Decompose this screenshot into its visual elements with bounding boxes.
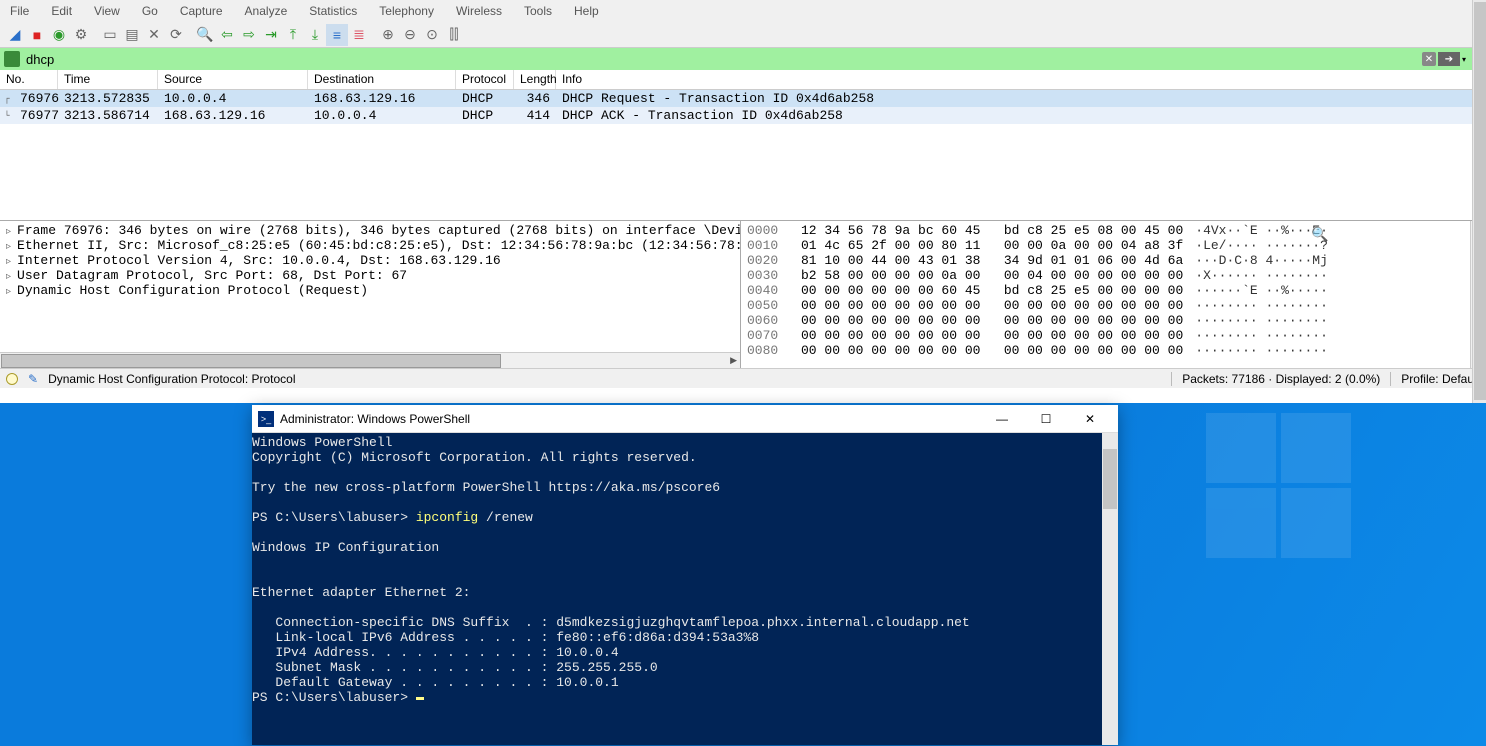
open-file-icon[interactable]: ▭ — [99, 24, 121, 46]
menu-help[interactable]: Help — [564, 2, 609, 20]
detail-line[interactable]: Frame 76976: 346 bytes on wire (2768 bit… — [2, 223, 738, 238]
packet-list[interactable]: ┌769763213.57283510.0.0.4168.63.129.16DH… — [0, 90, 1486, 220]
status-packets-text: Packets: 77186 · Displayed: 2 (0.0%) — [1182, 372, 1380, 386]
packet-row[interactable]: ┌769763213.57283510.0.0.4168.63.129.16DH… — [0, 90, 1486, 107]
restart-capture-icon[interactable]: ◉ — [48, 24, 70, 46]
display-filter-bar: ✕ ➔ ▾ + — [0, 48, 1486, 70]
display-filter-input[interactable] — [22, 50, 1422, 69]
col-destination[interactable]: Destination — [308, 70, 456, 89]
maximize-button[interactable]: ☐ — [1024, 409, 1068, 429]
status-left-text: Dynamic Host Configuration Protocol: Pro… — [48, 372, 295, 386]
magnifier-cursor-icon: 🔍 — [1311, 227, 1328, 244]
menu-go[interactable]: Go — [132, 2, 168, 20]
col-source[interactable]: Source — [158, 70, 308, 89]
menu-wireless[interactable]: Wireless — [446, 2, 512, 20]
menu-tools[interactable]: Tools — [514, 2, 562, 20]
powershell-icon: >_ — [258, 411, 274, 427]
resize-columns-icon[interactable]: ⫿⫿ — [443, 24, 465, 46]
packet-row[interactable]: └769773213.586714168.63.129.1610.0.0.4DH… — [0, 107, 1486, 124]
col-time[interactable]: Time — [58, 70, 158, 89]
col-info[interactable]: Info — [556, 70, 1486, 89]
col-no[interactable]: No. — [0, 70, 58, 89]
menu-view[interactable]: View — [84, 2, 130, 20]
status-bar: ✎ Dynamic Host Configuration Protocol: P… — [0, 368, 1486, 388]
expert-info-icon[interactable] — [6, 373, 18, 385]
powershell-body[interactable]: Windows PowerShell Copyright (C) Microso… — [252, 433, 1118, 745]
apply-filter-icon[interactable]: ➔ — [1438, 52, 1460, 66]
powershell-output: Windows PowerShell Copyright (C) Microso… — [252, 435, 1118, 705]
auto-scroll-icon[interactable]: ≡ — [326, 24, 348, 46]
hex-row[interactable]: 002081 10 00 44 00 43 01 38 34 9d 01 01 … — [747, 253, 1480, 268]
go-back-icon[interactable]: ⇦ — [216, 24, 238, 46]
stop-capture-icon[interactable]: ■ — [26, 24, 48, 46]
go-to-packet-icon[interactable]: ⇥ — [260, 24, 282, 46]
interface-list-icon[interactable]: ◢ — [4, 24, 26, 46]
edit-capture-comment-icon[interactable]: ✎ — [28, 372, 38, 386]
details-horizontal-scrollbar[interactable]: ▶ — [0, 352, 740, 368]
zoom-reset-icon[interactable]: ⊙ — [421, 24, 443, 46]
close-button[interactable]: ✕ — [1068, 409, 1112, 429]
powershell-scrollbar[interactable] — [1102, 433, 1118, 745]
powershell-title-text: Administrator: Windows PowerShell — [280, 412, 980, 426]
go-first-icon[interactable]: ⤒ — [282, 24, 304, 46]
zoom-in-icon[interactable]: ⊕ — [377, 24, 399, 46]
detail-line[interactable]: User Datagram Protocol, Src Port: 68, Ds… — [2, 268, 738, 283]
status-profile-text[interactable]: Profile: Default — [1401, 372, 1480, 386]
powershell-titlebar[interactable]: >_ Administrator: Windows PowerShell — ☐… — [252, 405, 1118, 433]
col-protocol[interactable]: Protocol — [456, 70, 514, 89]
detail-line[interactable]: Ethernet II, Src: Microsof_c8:25:e5 (60:… — [2, 238, 738, 253]
hex-row[interactable]: 004000 00 00 00 00 00 60 45 bd c8 25 e5 … — [747, 283, 1480, 298]
go-last-icon[interactable]: ⤓ — [304, 24, 326, 46]
filter-dropdown-icon[interactable]: ▾ — [1462, 55, 1466, 64]
packet-details-pane[interactable]: Frame 76976: 346 bytes on wire (2768 bit… — [0, 221, 740, 352]
main-right-scrollbar[interactable] — [1472, 0, 1486, 403]
hex-row[interactable]: 005000 00 00 00 00 00 00 00 00 00 00 00 … — [747, 298, 1480, 313]
detail-line[interactable]: Internet Protocol Version 4, Src: 10.0.0… — [2, 253, 738, 268]
packet-bytes-pane[interactable]: 🔍 000012 34 56 78 9a bc 60 45 bd c8 25 e… — [740, 221, 1486, 368]
detail-line[interactable]: Dynamic Host Configuration Protocol (Req… — [2, 283, 738, 298]
bookmark-filter-icon[interactable] — [4, 51, 20, 67]
hex-row[interactable]: 0030b2 58 00 00 00 00 0a 00 00 04 00 00 … — [747, 268, 1480, 283]
menu-edit[interactable]: Edit — [41, 2, 82, 20]
detail-hex-panes: Frame 76976: 346 bytes on wire (2768 bit… — [0, 220, 1486, 368]
capture-options-icon[interactable]: ⚙ — [70, 24, 92, 46]
powershell-window[interactable]: >_ Administrator: Windows PowerShell — ☐… — [252, 405, 1118, 745]
hex-row[interactable]: 008000 00 00 00 00 00 00 00 00 00 00 00 … — [747, 343, 1480, 358]
save-file-icon[interactable]: ▤ — [121, 24, 143, 46]
zoom-out-icon[interactable]: ⊖ — [399, 24, 421, 46]
reload-icon[interactable]: ⟳ — [165, 24, 187, 46]
packet-list-header: No. Time Source Destination Protocol Len… — [0, 70, 1486, 90]
close-file-icon[interactable]: ✕ — [143, 24, 165, 46]
menu-capture[interactable]: Capture — [170, 2, 233, 20]
toolbar: ◢ ■ ◉ ⚙ ▭ ▤ ✕ ⟳ 🔍 ⇦ ⇨ ⇥ ⤒ ⤓ ≡ ≣ ⊕ ⊖ ⊙ ⫿⫿ — [0, 22, 1486, 48]
clear-filter-icon[interactable]: ✕ — [1422, 52, 1436, 66]
menu-telephony[interactable]: Telephony — [369, 2, 444, 20]
minimize-button[interactable]: — — [980, 409, 1024, 429]
menu-statistics[interactable]: Statistics — [299, 2, 367, 20]
menu-file[interactable]: File — [0, 2, 39, 20]
find-packet-icon[interactable]: 🔍 — [194, 24, 216, 46]
col-length[interactable]: Length — [514, 70, 556, 89]
hex-row[interactable]: 001001 4c 65 2f 00 00 80 11 00 00 0a 00 … — [747, 238, 1480, 253]
hex-row[interactable]: 006000 00 00 00 00 00 00 00 00 00 00 00 … — [747, 313, 1480, 328]
hex-row[interactable]: 007000 00 00 00 00 00 00 00 00 00 00 00 … — [747, 328, 1480, 343]
menu-analyze[interactable]: Analyze — [235, 2, 298, 20]
menu-bar: FileEditViewGoCaptureAnalyzeStatisticsTe… — [0, 0, 1486, 22]
go-forward-icon[interactable]: ⇨ — [238, 24, 260, 46]
hex-row[interactable]: 000012 34 56 78 9a bc 60 45 bd c8 25 e5 … — [747, 223, 1480, 238]
colorize-icon[interactable]: ≣ — [348, 24, 370, 46]
